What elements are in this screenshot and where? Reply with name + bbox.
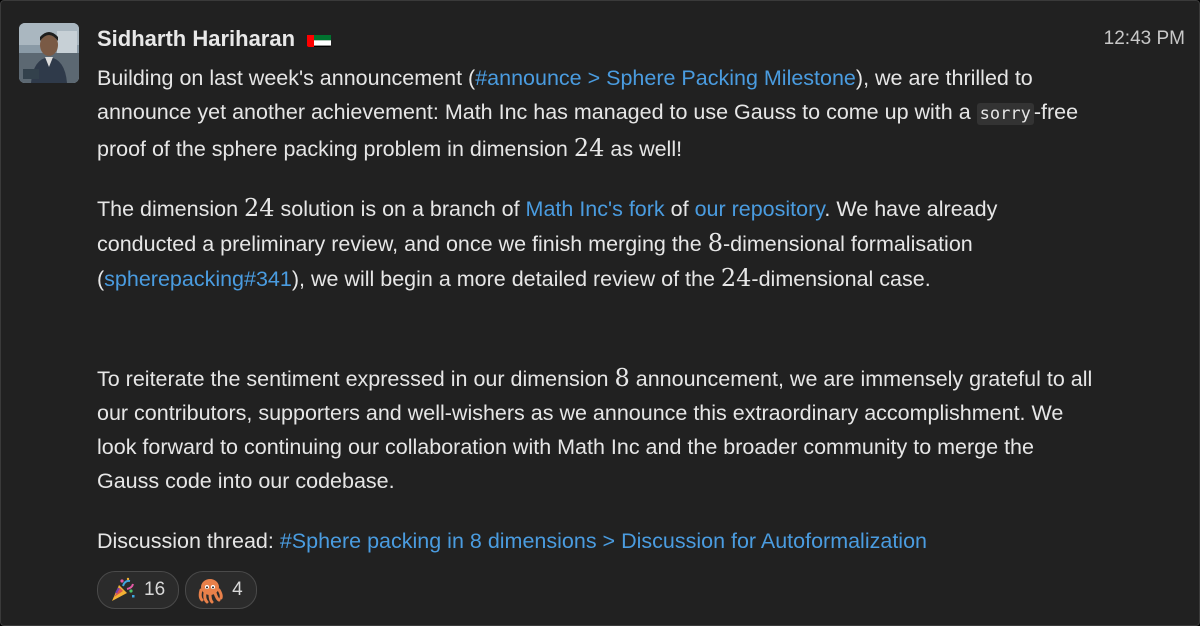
message-card: Sidharth Hariharan 12:43 PM Building on … (0, 0, 1200, 626)
text: as well! (604, 137, 683, 161)
math-number: 24 (244, 194, 275, 222)
text: Building on last week's announcement ( (97, 66, 476, 90)
text: of (664, 197, 695, 221)
avatar-photo (19, 23, 79, 83)
sender-name[interactable]: Sidharth Hariharan (97, 26, 295, 52)
paragraph-4: Discussion thread: #Sphere packing in 8 … (97, 524, 1097, 558)
party-popper-icon (108, 576, 136, 604)
text: Discussion thread: (97, 529, 280, 553)
text: ), we will begin a more detailed review … (291, 267, 721, 291)
text: -dimensional case. (751, 267, 931, 291)
text: solution is on a branch of (274, 197, 526, 221)
paragraph-3: To reiterate the sentiment expressed in … (97, 361, 1097, 498)
repository-link[interactable]: our repository (695, 197, 825, 221)
reactions-bar: 16 4 (97, 571, 257, 609)
reaction-count: 4 (232, 579, 243, 600)
reaction-count: 16 (144, 579, 166, 600)
fork-link[interactable]: Math Inc's fork (526, 197, 665, 221)
paragraph-1: Building on last week's announcement (#a… (97, 61, 1097, 166)
octopus-icon (196, 576, 224, 604)
pull-request-link[interactable]: spherepacking#341 (104, 267, 292, 291)
math-number: 8 (614, 364, 630, 392)
stream-topic-link[interactable]: #announce > Sphere Packing Milestone (475, 66, 856, 90)
math-number: 24 (720, 264, 752, 292)
text: To reiterate the sentiment expressed in … (97, 367, 615, 391)
math-number: 8 (707, 229, 723, 257)
reaction-octopus[interactable]: 4 (185, 571, 257, 609)
math-number: 24 (573, 134, 605, 162)
timestamp[interactable]: 12:43 PM (1104, 23, 1185, 55)
inline-code: sorry (976, 103, 1034, 125)
paragraph-2: The dimension 24 solution is on a branch… (97, 191, 1097, 296)
avatar[interactable] (19, 23, 79, 83)
reaction-party-popper[interactable]: 16 (97, 571, 180, 609)
uae-flag-icon (307, 31, 332, 47)
sender-header: Sidharth Hariharan (97, 23, 332, 55)
discussion-thread-link[interactable]: #Sphere packing in 8 dimensions > Discus… (280, 529, 927, 553)
text: The dimension (97, 197, 244, 221)
